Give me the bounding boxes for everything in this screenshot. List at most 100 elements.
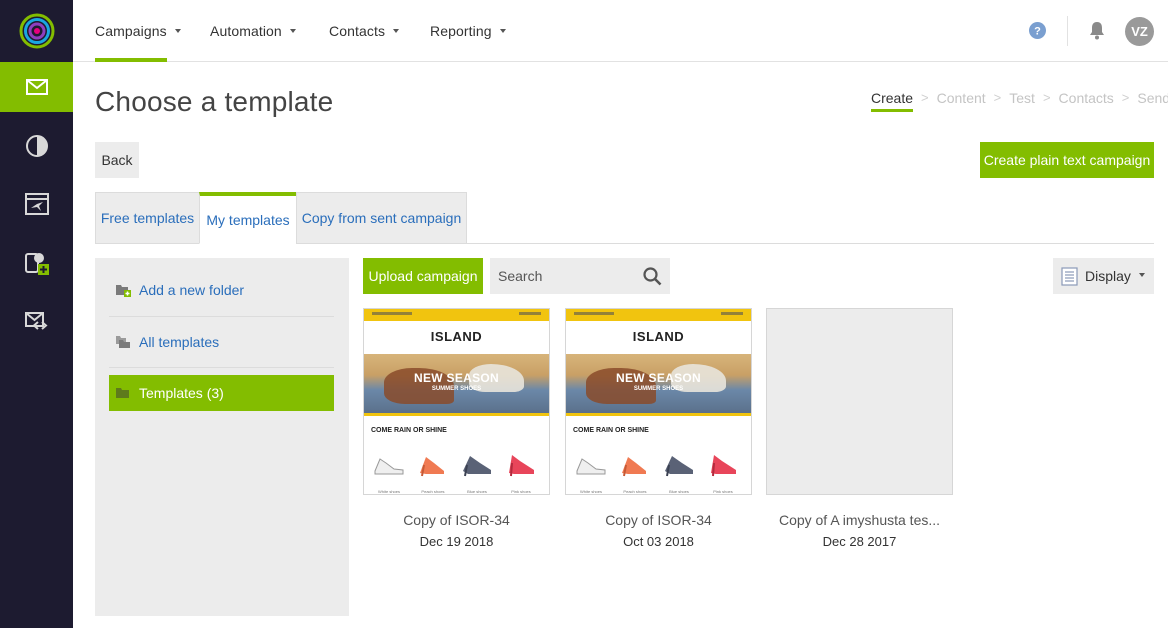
preview-brand: ISLAND [430, 329, 483, 344]
template-date: Oct 03 2018 [623, 534, 694, 549]
menu-campaigns[interactable]: Campaigns [95, 0, 181, 62]
chevron-right-icon: > [1042, 90, 1051, 105]
tab-my-templates-label: My templates [206, 211, 290, 228]
template-thumbnail[interactable]: ISLAND NEW SEASON SUMMER SHOES COME RAIN… [363, 308, 550, 495]
step-test[interactable]: Test [1009, 90, 1035, 112]
app-logo[interactable] [0, 0, 73, 62]
pink-shoe-icon [509, 455, 534, 477]
chevron-down-icon [289, 29, 296, 33]
preview-headline: NEW SEASON [615, 371, 701, 385]
peach-shoe-icon [622, 457, 646, 477]
template-name: Copy of A imyshusta tes... [778, 512, 941, 528]
menu-campaigns-label: Campaigns [95, 23, 167, 39]
left-rail [0, 0, 73, 628]
template-name: Copy of ISOR-34 [605, 512, 712, 528]
preview-shoe-label: Peach shoes [623, 489, 647, 494]
rail-item-automation[interactable] [0, 179, 73, 229]
preview-hero-image: NEW SEASON SUMMER SHOES [364, 354, 549, 414]
rail-item-transactional[interactable] [0, 296, 73, 346]
chevron-down-icon [1139, 273, 1145, 277]
step-content[interactable]: Content [937, 90, 986, 112]
display-dropdown[interactable]: Display [1053, 258, 1154, 294]
step-contacts[interactable]: Contacts [1059, 90, 1114, 112]
menu-contacts[interactable]: Contacts [329, 0, 400, 62]
upload-campaign-button[interactable]: Upload campaign [363, 258, 483, 294]
pie-chart-icon [25, 135, 48, 157]
menu-reporting[interactable]: Reporting [430, 0, 506, 62]
white-shoe-icon [576, 458, 606, 475]
folder-divider [109, 367, 334, 368]
template-date: Dec 19 2018 [419, 534, 494, 549]
tab-free-templates[interactable]: Free templates [95, 192, 200, 244]
pink-shoe-icon [711, 455, 736, 477]
help-icon[interactable]: ? [1029, 22, 1046, 39]
preview-header-bar [566, 309, 751, 321]
preview-subhead: SUMMER SHOES [431, 386, 482, 392]
folder-panel: Add a new folder All templates Templates… [95, 258, 349, 616]
preview-brand: ISLAND [632, 329, 685, 344]
preview-headline: NEW SEASON [413, 371, 499, 385]
menu-reporting-label: Reporting [430, 23, 492, 39]
all-templates-label: All templates [139, 334, 220, 350]
search-input[interactable] [490, 258, 635, 294]
tab-my-templates[interactable]: My templates [199, 192, 297, 244]
page-title: Choose a template [95, 86, 334, 117]
all-templates-link[interactable]: All templates [109, 324, 334, 360]
menu-automation[interactable]: Automation [210, 0, 296, 62]
avatar[interactable]: VZ [1125, 17, 1154, 46]
rail-item-campaigns[interactable] [0, 62, 73, 112]
back-button[interactable]: Back [95, 142, 139, 178]
rail-item-reports[interactable] [0, 121, 73, 171]
bell-icon[interactable] [1088, 21, 1106, 40]
white-shoe-icon [374, 458, 404, 475]
chevron-right-icon: > [921, 90, 929, 105]
blue-shoe-icon [463, 456, 491, 477]
add-folder-label: Add a new folder [139, 282, 245, 298]
rail-item-contacts[interactable] [0, 238, 73, 288]
chevron-down-icon [393, 29, 400, 33]
tab-copy-from-sent[interactable]: Copy from sent campaign [296, 192, 467, 244]
preview-header-bar [364, 309, 549, 321]
preview-section-title: COME RAIN OR SHINE [371, 427, 447, 434]
folder-templates[interactable]: Templates (3) [109, 375, 334, 411]
preview-shoe-label: White shoes [377, 489, 400, 494]
template-thumbnail[interactable]: ISLAND NEW SEASON SUMMER SHOES COME RAIN… [565, 308, 752, 495]
folders-icon [116, 336, 130, 348]
top-nav: Campaigns Automation Contacts Reporting … [73, 0, 1168, 62]
template-thumbnail-placeholder[interactable] [766, 308, 953, 495]
peach-shoe-icon [420, 457, 444, 477]
chevron-right-icon: > [993, 90, 1002, 105]
create-plain-text-campaign-button[interactable]: Create plain text campaign [980, 142, 1154, 178]
preview-shoe-label: Pink shoes [511, 489, 531, 494]
add-folder-link[interactable]: Add a new folder [109, 272, 334, 308]
tab-free-templates-label: Free templates [100, 210, 195, 226]
menu-automation-label: Automation [210, 23, 282, 39]
step-create[interactable]: Create [871, 90, 914, 112]
svg-text:?: ? [1034, 26, 1041, 38]
folder-open-icon [116, 388, 129, 398]
chevron-down-icon [499, 29, 506, 33]
step-send[interactable]: Send [1137, 90, 1168, 112]
preview-section-title: COME RAIN OR SHINE [573, 427, 649, 434]
menu-contacts-label: Contacts [329, 23, 386, 39]
preview-shoe-label: Peach shoes [421, 489, 445, 494]
template-name: Copy of ISOR-34 [403, 512, 510, 528]
folder-templates-label: Templates (3) [139, 385, 224, 401]
wizard-steps: Create > Content > Test > Contacts > Sen… [871, 90, 1168, 114]
search-icon[interactable] [643, 267, 662, 286]
chevron-down-icon [174, 29, 181, 33]
envelope-icon [25, 79, 48, 95]
preview-hero-image: NEW SEASON SUMMER SHOES [566, 354, 751, 414]
template-date: Dec 28 2017 [822, 534, 897, 549]
preview-shoe-label: Blue shoes [669, 489, 689, 494]
search-box [490, 258, 670, 294]
nav-divider [1067, 16, 1068, 46]
preview-shoe-label: Pink shoes [713, 489, 733, 494]
display-label: Display [1085, 268, 1131, 284]
email-code-icon [24, 312, 48, 330]
preview-shoe-label: White shoes [579, 489, 602, 494]
tab-copy-from-sent-label: Copy from sent campaign [301, 210, 462, 226]
preview-subhead: SUMMER SHOES [633, 386, 684, 392]
automation-icon [24, 193, 49, 215]
list-view-icon [1061, 266, 1078, 286]
